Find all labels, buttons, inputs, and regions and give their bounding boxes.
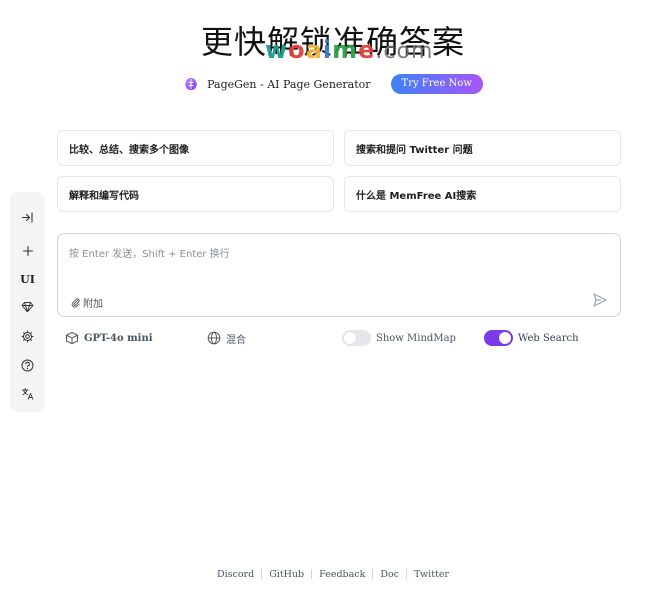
footer-link-twitter[interactable]: Twitter xyxy=(407,569,456,580)
model-selector[interactable]: GPT-4o mini xyxy=(65,329,153,347)
websearch-toggle[interactable] xyxy=(484,330,513,346)
suggestion-card[interactable]: 搜索和提问 Twitter 问题 xyxy=(344,130,621,166)
expand-icon xyxy=(21,211,33,223)
plus-icon xyxy=(22,245,33,257)
footer-links: Discord GitHub Feedback Doc Twitter xyxy=(0,567,666,581)
diamond-icon xyxy=(21,302,34,313)
sidebar-premium-button[interactable] xyxy=(10,296,45,318)
suggestion-card[interactable]: 比较、总结、搜索多个图像 xyxy=(57,130,334,166)
cube-icon xyxy=(66,332,78,345)
attach-label: 附加 xyxy=(83,299,103,310)
suggestion-card[interactable]: 解释和编写代码 xyxy=(57,176,334,212)
promo-text: PageGen - AI Page Generator xyxy=(207,77,371,91)
page-headline: 更快解锁准确答案 xyxy=(200,23,465,61)
suggestion-card[interactable]: 什么是 MemFree AI搜索 xyxy=(344,176,621,212)
gear-icon xyxy=(21,330,34,342)
toggle-knob xyxy=(499,332,511,344)
sidebar-ui-label: UI xyxy=(20,272,35,286)
try-free-button[interactable]: Try Free Now xyxy=(390,74,483,94)
toggle-knob xyxy=(344,332,356,344)
sidebar: UI xyxy=(10,192,45,412)
chat-input-placeholder[interactable]: 按 Enter 发送，Shift + Enter 换行 xyxy=(69,245,230,260)
globe-icon xyxy=(207,331,221,345)
footer-link-doc[interactable]: Doc xyxy=(373,569,406,580)
pagegen-brain-icon xyxy=(185,78,198,90)
footer-link-github[interactable]: GitHub xyxy=(262,569,311,580)
sidebar-expand-button[interactable] xyxy=(10,206,45,228)
translate-icon xyxy=(21,388,33,400)
mindmap-label: Show MindMap xyxy=(376,332,456,344)
help-icon xyxy=(21,359,34,371)
paperclip-icon xyxy=(71,298,80,308)
footer-link-discord[interactable]: Discord xyxy=(210,569,261,580)
sidebar-help-button[interactable] xyxy=(10,354,45,376)
send-icon[interactable] xyxy=(592,292,608,308)
sidebar-settings-button[interactable] xyxy=(10,325,45,347)
sidebar-new-button[interactable] xyxy=(10,240,45,262)
sidebar-ui-button[interactable]: UI xyxy=(10,268,45,290)
promo-bar: PageGen - AI Page Generator Try Free Now xyxy=(0,72,666,96)
websearch-toggle-row: Web Search xyxy=(484,329,579,347)
source-selector[interactable]: 混合 xyxy=(207,329,246,347)
chat-input-box[interactable]: 按 Enter 发送，Shift + Enter 换行 附加 xyxy=(57,233,621,317)
mindmap-toggle[interactable] xyxy=(342,330,371,346)
footer-link-feedback[interactable]: Feedback xyxy=(312,569,372,580)
websearch-label: Web Search xyxy=(518,332,579,344)
model-label: GPT-4o mini xyxy=(84,332,153,344)
source-label: 混合 xyxy=(226,334,246,346)
attach-button[interactable]: 附加 xyxy=(70,295,103,310)
mindmap-toggle-row: Show MindMap xyxy=(342,329,456,347)
sidebar-language-button[interactable] xyxy=(10,383,45,405)
